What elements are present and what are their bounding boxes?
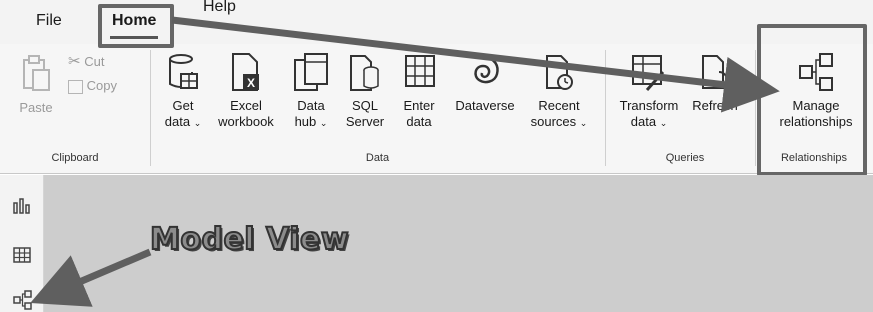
paste-button[interactable]: Paste [16, 54, 56, 116]
data-hub-button[interactable]: Data hub ⌄ [288, 52, 334, 131]
enter-data-button[interactable]: Enter data [396, 52, 442, 130]
tab-help[interactable]: Help [203, 0, 236, 16]
excel-workbook-button[interactable]: X Excel workbook [214, 52, 278, 130]
relationships-highlight [757, 24, 867, 176]
report-view-icon[interactable] [12, 195, 32, 215]
recent-sources-button[interactable]: Recent sources ⌄ [526, 52, 592, 131]
table-grid-icon [405, 55, 435, 87]
group-divider [755, 50, 756, 166]
model-view-icon[interactable] [12, 289, 34, 311]
chevron-down-icon: ⌄ [659, 118, 668, 128]
scissors-icon: ✂ [68, 53, 81, 70]
tab-file[interactable]: File [36, 12, 62, 30]
get-data-button[interactable]: Get data ⌄ [158, 52, 208, 131]
chevron-down-icon: ⌄ [579, 118, 588, 128]
chevron-down-icon: ⌄ [319, 118, 328, 128]
view-switcher-bar [0, 175, 44, 312]
dataverse-icon [474, 56, 499, 84]
transform-data-icon [632, 55, 665, 91]
group-label-clipboard: Clipboard [51, 152, 99, 164]
copy-icon [68, 79, 83, 94]
recent-file-icon [546, 55, 573, 90]
svg-text:X: X [247, 76, 255, 90]
sql-server-button[interactable]: SQL Server [342, 52, 388, 130]
group-label-queries: Queries [665, 152, 705, 164]
chevron-down-icon: ⌄ [193, 118, 202, 128]
table-view-icon[interactable] [12, 245, 32, 265]
transform-data-button[interactable]: Transform data ⌄ [618, 52, 680, 131]
data-hub-icon [294, 53, 328, 91]
model-view-callout: Model View [149, 221, 350, 258]
copy-button[interactable]: Copy [68, 78, 117, 94]
group-label-data: Data [365, 152, 390, 164]
excel-icon: X [232, 53, 259, 91]
database-icon [169, 54, 198, 89]
refresh-icon [702, 55, 728, 89]
refresh-button[interactable]: Refresh [684, 52, 746, 114]
paste-icon [23, 55, 50, 91]
home-tab-highlight [98, 4, 174, 48]
dataverse-button[interactable]: Dataverse [450, 52, 520, 114]
group-divider [150, 50, 151, 166]
ribbon: Paste ✂ Cut Copy Clipboard Get data ⌄ X … [0, 44, 873, 174]
sql-server-icon [350, 55, 379, 91]
group-divider [605, 50, 606, 166]
cut-button[interactable]: ✂ Cut [68, 54, 104, 70]
